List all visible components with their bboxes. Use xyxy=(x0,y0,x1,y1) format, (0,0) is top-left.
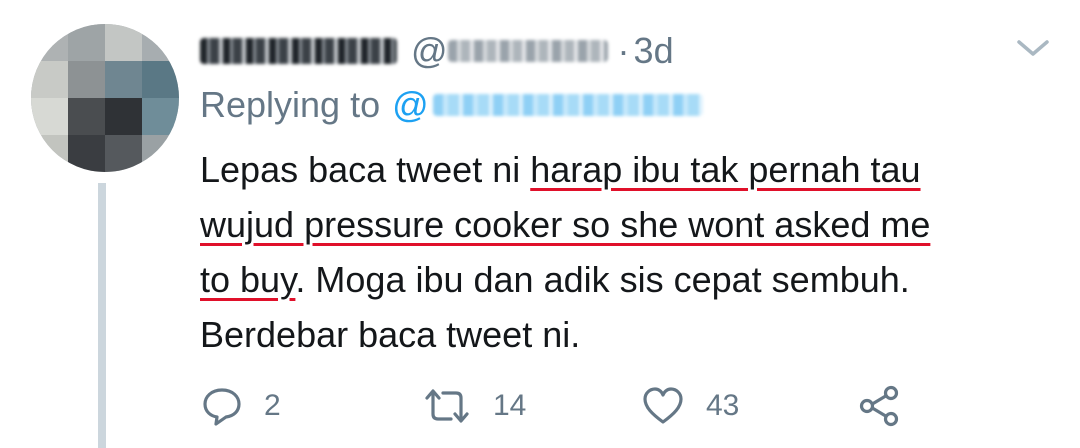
reply-icon xyxy=(200,384,244,428)
text-segment: . Moga ibu dan adik sis cepat sembuh. xyxy=(295,259,910,300)
underlined-segment: to buy xyxy=(200,259,296,300)
action-bar: 2 14 43 xyxy=(200,378,920,434)
heart-icon xyxy=(640,384,686,428)
tweet-line: to buy. Moga ibu dan adik sis cepat semb… xyxy=(200,252,1060,307)
mention-at[interactable]: @ xyxy=(392,84,429,126)
tweet-header: @ · 3d xyxy=(200,26,674,76)
tweet-line: Berdebar baca tweet ni. xyxy=(200,307,1060,362)
handle[interactable] xyxy=(447,40,608,62)
reply-count: 2 xyxy=(264,389,281,422)
underlined-segment: harap ibu tak pernah tau xyxy=(530,149,921,190)
underlined-segment: wujud pressure cooker so she wont asked … xyxy=(200,204,931,245)
tweet-line: Lepas baca tweet ni harap ibu tak pernah… xyxy=(200,142,1060,197)
tweet-line: wujud pressure cooker so she wont asked … xyxy=(200,197,1060,252)
thread-line xyxy=(98,183,106,448)
retweet-count: 14 xyxy=(493,389,527,422)
replying-to: Replying to @ xyxy=(200,80,703,130)
retweet-icon xyxy=(421,384,473,428)
mention-handle[interactable] xyxy=(432,94,703,116)
separator: · xyxy=(617,30,630,71)
reply-button[interactable]: 2 xyxy=(200,378,281,434)
text-segment: Berdebar baca tweet ni. xyxy=(200,314,581,355)
text-segment: Lepas baca tweet ni xyxy=(200,149,531,190)
avatar[interactable] xyxy=(31,24,179,172)
tweet-text: Lepas baca tweet ni harap ibu tak pernah… xyxy=(200,142,1060,362)
share-icon xyxy=(856,384,902,428)
handle-at[interactable]: @ xyxy=(411,30,448,72)
retweet-button[interactable]: 14 xyxy=(421,378,526,434)
like-button[interactable]: 43 xyxy=(640,378,739,434)
display-name[interactable] xyxy=(200,38,397,64)
timestamp[interactable]: 3d xyxy=(634,30,674,72)
share-button[interactable] xyxy=(856,378,902,434)
replying-to-label: Replying to xyxy=(200,84,381,125)
chevron-down-icon[interactable] xyxy=(1013,33,1053,63)
tweet: @ · 3d Replying to @ Lepas baca tweet ni… xyxy=(0,0,1080,448)
like-count: 43 xyxy=(706,389,740,422)
